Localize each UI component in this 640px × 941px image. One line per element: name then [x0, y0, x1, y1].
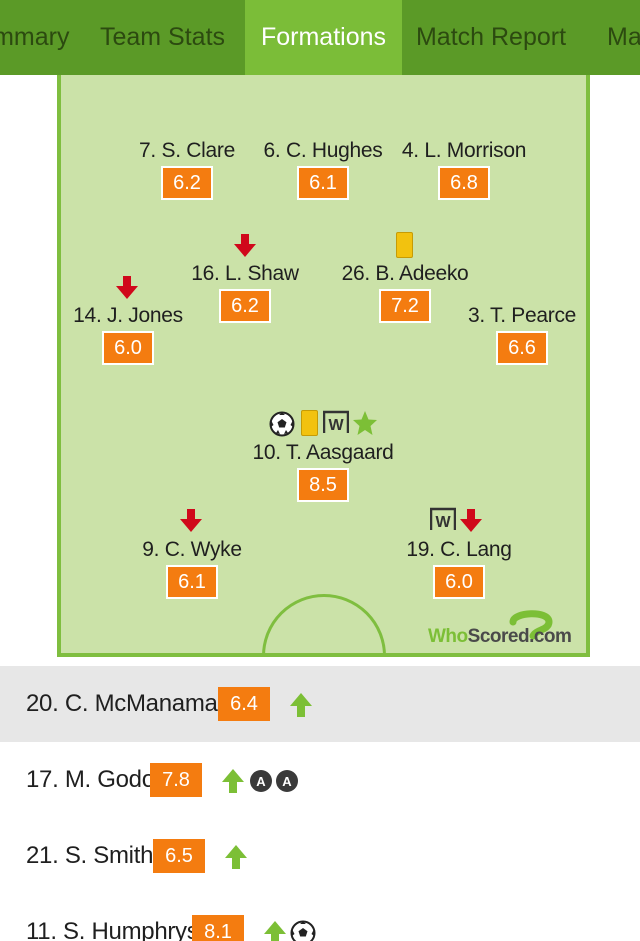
player-name[interactable]: 3. T. Pearce [468, 304, 576, 328]
player-rating: 6.0 [433, 565, 485, 599]
player-name[interactable]: 10. T. Aasgaard [252, 441, 393, 465]
player-name[interactable]: 14. J. Jones [73, 304, 183, 328]
subbed-on-arrow-icon [222, 769, 244, 793]
tab-team-stats-label: Team Stats [99, 23, 226, 51]
player-rating: 8.5 [297, 468, 349, 502]
tab-match-label: Match [607, 23, 640, 51]
player-name[interactable]: 9. C. Wyke [142, 538, 242, 562]
logo-scored: Scored [467, 626, 530, 647]
player-name[interactable]: 7. S. Clare [139, 139, 235, 163]
substitute-row[interactable]: 20. C. McManaman 6.4 [0, 666, 640, 742]
assist-badge-icon: A [276, 770, 298, 792]
subbed-off-arrow-icon [234, 234, 256, 257]
tab-summary[interactable]: Summary [0, 0, 80, 75]
tab-formations-label: Formations [260, 23, 387, 51]
substitute-name: 17. M. Godo [26, 766, 155, 793]
svg-text:W: W [328, 417, 344, 434]
tab-summary-label: Summary [0, 23, 70, 51]
centre-circle [262, 594, 386, 657]
substitute-name: 21. S. Smith [26, 842, 154, 869]
player-rating: 6.2 [161, 166, 213, 200]
logo-who: Who [428, 626, 468, 647]
player-rating: 7.2 [379, 289, 431, 323]
tab-formations[interactable]: Formations [245, 0, 402, 75]
tab-match[interactable]: Match [580, 0, 640, 75]
match-centre-app: Summary Team Stats Formations Match Repo… [0, 0, 640, 941]
subbed-off-arrow-icon [116, 276, 138, 299]
whoscored-logo: WhoScored.com [428, 626, 572, 648]
substitute-row[interactable]: 17. M. Godo 7.8 A A [0, 742, 640, 818]
player-rating: 6.6 [496, 331, 548, 365]
substitute-name: 11. S. Humphrys [26, 918, 199, 941]
player-rating: 6.8 [438, 166, 490, 200]
tab-bar: Summary Team Stats Formations Match Repo… [0, 0, 640, 75]
substitute-name: 20. C. McManaman [26, 690, 231, 717]
player-name[interactable]: 6. C. Hughes [264, 139, 383, 163]
subbed-on-arrow-icon [264, 921, 286, 941]
logo-dotcom: .com [529, 626, 572, 647]
subbed-off-arrow-icon [180, 509, 202, 532]
yellow-card-icon [301, 410, 318, 436]
player-rating: 6.1 [166, 565, 218, 599]
assist-whistle-icon: W [323, 410, 349, 434]
subbed-on-arrow-icon [225, 845, 247, 869]
substitute-rating: 8.1 [192, 915, 244, 941]
player-name[interactable]: 4. L. Morrison [402, 139, 526, 163]
svg-text:W: W [435, 514, 451, 531]
player-rating: 6.2 [219, 289, 271, 323]
tab-match-report[interactable]: Match Report [402, 0, 580, 75]
substitute-rating: 6.5 [153, 839, 205, 873]
yellow-card-icon [396, 232, 413, 258]
player-rating: 6.1 [297, 166, 349, 200]
goal-ball-icon [290, 920, 316, 941]
subbed-off-arrow-icon [460, 509, 482, 532]
subbed-on-arrow-icon [290, 693, 312, 717]
tab-team-stats[interactable]: Team Stats [80, 0, 245, 75]
player-name[interactable]: 26. B. Adeeko [342, 262, 469, 286]
substitute-rating: 6.4 [218, 687, 270, 721]
assist-badge-icon: A [250, 770, 272, 792]
substitute-row[interactable]: 21. S. Smith 6.5 [0, 818, 640, 894]
substitute-rating: 7.8 [150, 763, 202, 797]
goal-ball-icon [269, 411, 295, 437]
player-rating: 6.0 [102, 331, 154, 365]
assist-whistle-icon: W [430, 507, 456, 531]
substitute-row[interactable]: 11. S. Humphrys 8.1 [0, 894, 640, 941]
man-of-the-match-star-icon [353, 411, 377, 435]
player-name[interactable]: 16. L. Shaw [191, 262, 299, 286]
player-name[interactable]: 19. C. Lang [406, 538, 512, 562]
tab-match-report-label: Match Report [415, 23, 567, 51]
